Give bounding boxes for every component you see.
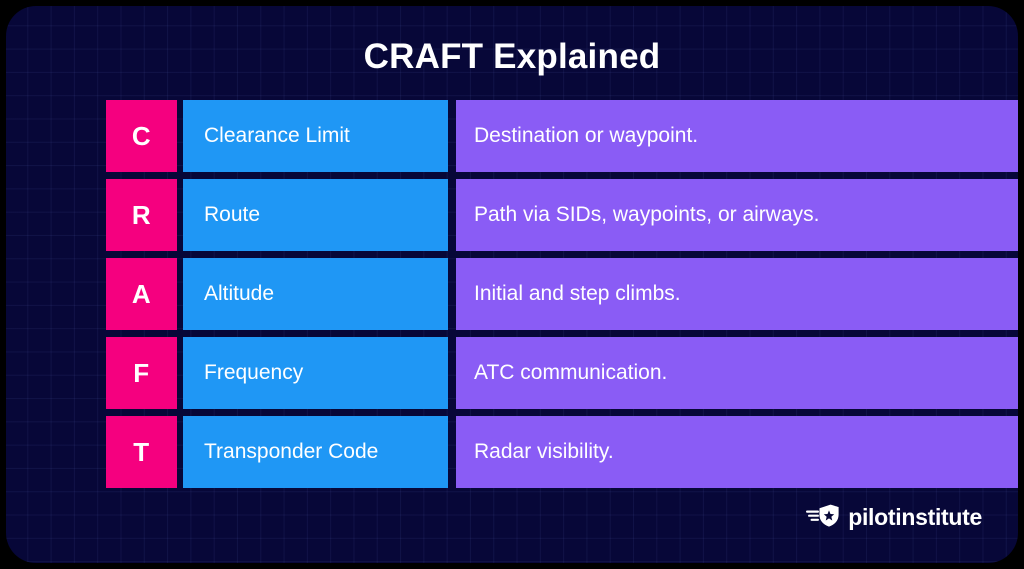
infographic-canvas: CRAFT Explained C Clearance Limit Destinat… [0,0,1024,569]
brand-name: pilotinstitute [848,504,982,530]
craft-letter-badge: A [106,258,177,330]
craft-term-label: Route [183,179,448,251]
page-title: CRAFT Explained [363,37,661,76]
craft-description: Initial and step climbs. [456,258,1018,330]
craft-description: Path via SIDs, waypoints, or airways. [456,179,1018,251]
craft-description: ATC communication. [456,337,1018,409]
craft-row: C Clearance Limit Destination or waypoint. [106,100,1018,172]
craft-row: R Route Path via SIDs, waypoints, or airwa… [106,179,1018,251]
craft-row: A Altitude Initial and step climbs. [106,258,1018,330]
craft-description: Destination or waypoint. [456,100,1018,172]
craft-row: F Frequency ATC communication. [106,337,1018,409]
winged-shield-star-icon [806,502,840,533]
craft-term-label: Transponder Code [183,416,448,488]
craft-term-label: Clearance Limit [183,100,448,172]
craft-letter-badge: C [106,100,177,172]
craft-row-list: C Clearance Limit Destination or waypoint.… [106,100,1018,495]
craft-term-label: Altitude [183,258,448,330]
brand-logo: pilotinstitute [806,502,982,533]
craft-letter-badge: F [106,337,177,409]
infographic-card: CRAFT Explained C Clearance Limit Destinat… [6,6,1018,563]
craft-letter-badge: R [106,179,177,251]
craft-description: Radar visibility. [456,416,1018,488]
craft-row: T Transponder Code Radar visibility. [106,416,1018,488]
craft-letter-badge: T [106,416,177,488]
craft-term-label: Frequency [183,337,448,409]
